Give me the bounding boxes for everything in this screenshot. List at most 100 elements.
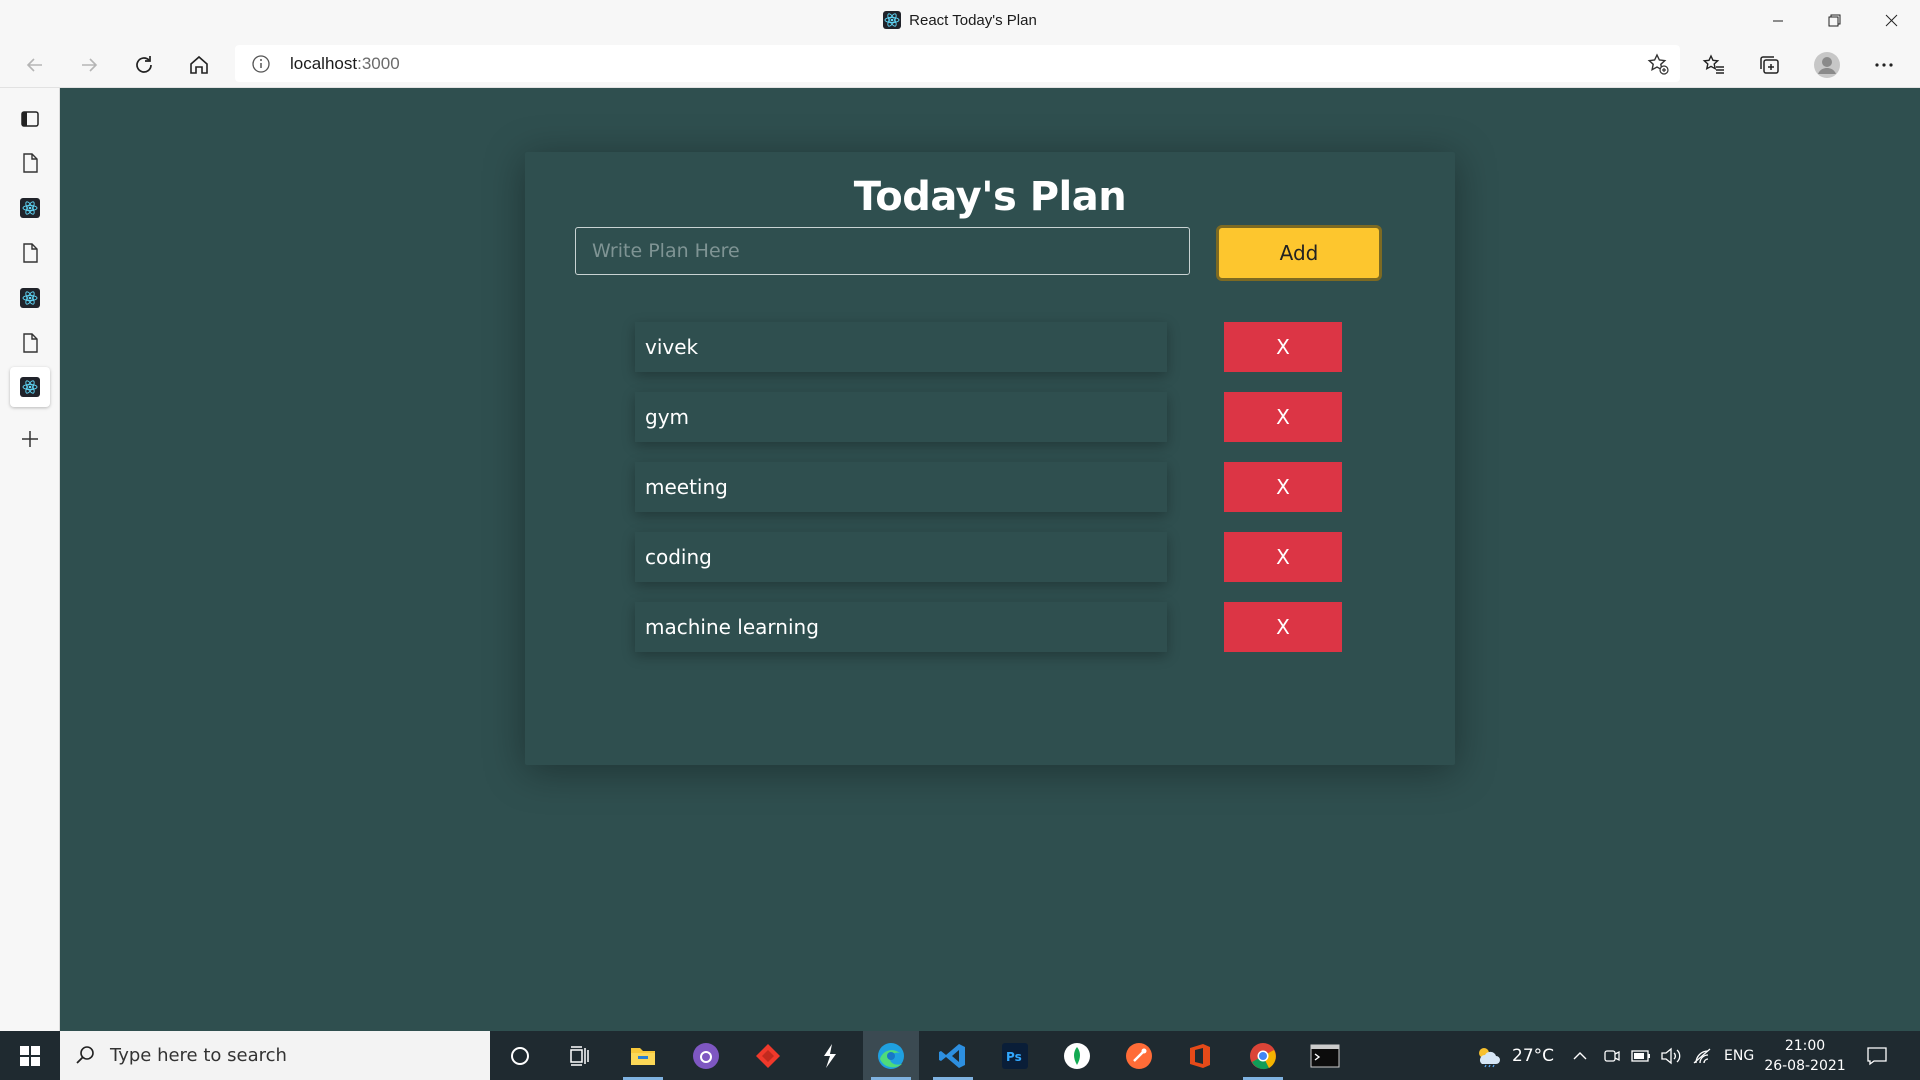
vscode-button[interactable] — [925, 1031, 981, 1080]
plan-card: Today's Plan Add vivek X gym X meeting X… — [525, 152, 1455, 765]
plan-item: vivek — [635, 322, 1167, 372]
delete-button[interactable]: X — [1224, 532, 1342, 582]
collections-button[interactable] — [1752, 47, 1788, 83]
tab-react-2[interactable] — [10, 278, 50, 318]
weather-cloudy-icon — [1479, 1047, 1500, 1067]
back-button[interactable] — [17, 47, 53, 83]
start-button[interactable] — [0, 1031, 60, 1080]
tab-react-1[interactable] — [10, 188, 50, 228]
window-titlebar: React Today's Plan — [0, 0, 1920, 41]
postman-icon — [1126, 1042, 1152, 1069]
edge-icon — [878, 1042, 904, 1069]
url-text[interactable]: localhost:3000 — [290, 54, 400, 74]
tab-react-active[interactable] — [10, 367, 50, 407]
show-hidden-icons[interactable] — [1572, 1031, 1588, 1080]
delete-button[interactable]: X — [1224, 392, 1342, 442]
clock[interactable]: 21:00 26-08-2021 — [1760, 1036, 1850, 1076]
battery-icon-button[interactable] — [1631, 1031, 1651, 1080]
input-language[interactable]: ENG — [1724, 1031, 1754, 1080]
tab-page-2[interactable] — [10, 233, 50, 273]
search-placeholder: Type here to search — [110, 1045, 287, 1066]
plan-input[interactable] — [575, 227, 1190, 275]
restore-button[interactable] — [1806, 0, 1863, 41]
network-button[interactable] — [1692, 1031, 1712, 1080]
github-desktop-button[interactable] — [678, 1031, 734, 1080]
tab-page-3[interactable] — [10, 323, 50, 363]
meet-now-icon[interactable] — [1603, 1031, 1621, 1080]
search-icon — [74, 1044, 96, 1070]
task-view-button[interactable] — [552, 1031, 608, 1080]
add-favorite-icon[interactable] — [1646, 52, 1670, 80]
vertical-tabs — [0, 88, 60, 1031]
more-options-icon — [1875, 63, 1893, 67]
plus-icon — [22, 431, 38, 447]
delete-button[interactable]: X — [1224, 602, 1342, 652]
browser-toolbar: localhost:3000 — [0, 41, 1920, 88]
weather-widget[interactable]: 27°C — [1474, 1031, 1554, 1080]
avatar-icon — [1814, 52, 1840, 78]
tab-page-1[interactable] — [10, 143, 50, 183]
notification-icon — [1867, 1046, 1887, 1065]
page-content: Today's Plan Add vivek X gym X meeting X… — [60, 88, 1920, 1031]
refresh-button[interactable] — [126, 47, 162, 83]
new-tab-button[interactable] — [10, 419, 50, 459]
sublime-button[interactable] — [802, 1031, 858, 1080]
office-icon — [1190, 1043, 1210, 1068]
forward-arrow-icon — [82, 58, 98, 72]
react-icon — [20, 198, 40, 218]
diamond-app-icon — [756, 1043, 780, 1068]
cortana-icon — [511, 1046, 529, 1065]
address-bar[interactable]: localhost:3000 — [235, 45, 1680, 82]
settings-menu-button[interactable] — [1866, 47, 1902, 83]
tab-actions-icon — [21, 111, 39, 127]
git-app-button[interactable] — [740, 1031, 796, 1080]
camera-icon — [1604, 1049, 1620, 1062]
react-icon — [883, 11, 902, 29]
folder-icon — [631, 1047, 655, 1065]
file-explorer-button[interactable] — [615, 1031, 671, 1080]
close-button[interactable] — [1863, 0, 1920, 41]
react-icon — [20, 288, 40, 308]
plan-item: coding — [635, 532, 1167, 582]
page-title: Today's Plan — [853, 174, 1127, 220]
mongodb-icon — [1064, 1042, 1090, 1069]
delete-button[interactable]: X — [1224, 322, 1342, 372]
postman-button[interactable] — [1111, 1031, 1167, 1080]
add-button[interactable]: Add — [1216, 225, 1382, 281]
photoshop-button[interactable]: Ps — [987, 1031, 1043, 1080]
notifications-button[interactable] — [1866, 1031, 1888, 1080]
favorites-icon — [1702, 54, 1724, 74]
plan-item: meeting — [635, 462, 1167, 512]
refresh-icon — [136, 56, 152, 73]
forward-button[interactable] — [71, 47, 107, 83]
plan-item: machine learning — [635, 602, 1167, 652]
battery-icon — [1631, 1049, 1650, 1062]
tab-actions-button[interactable] — [10, 99, 50, 139]
delete-button[interactable]: X — [1224, 462, 1342, 512]
favorites-button[interactable] — [1696, 47, 1732, 83]
svg-text:Ps: Ps — [1006, 1050, 1022, 1064]
terminal-button[interactable] — [1297, 1031, 1353, 1080]
cortana-button[interactable] — [492, 1031, 548, 1080]
office-button[interactable] — [1172, 1031, 1228, 1080]
page-icon — [23, 153, 38, 173]
mongodb-compass-button[interactable] — [1049, 1031, 1105, 1080]
windows-logo-icon — [20, 1045, 40, 1066]
minimize-icon — [1772, 20, 1783, 21]
taskbar: Type here to search Ps 27°C ENG 21:00 26… — [0, 1031, 1920, 1080]
plan-item: gym — [635, 392, 1167, 442]
restore-icon — [1828, 14, 1841, 27]
edge-button[interactable] — [863, 1031, 919, 1080]
weather-temp: 27°C — [1512, 1045, 1555, 1066]
site-info-icon[interactable] — [251, 54, 271, 78]
terminal-icon — [1310, 1044, 1340, 1067]
profile-button[interactable] — [1809, 47, 1845, 83]
back-arrow-icon — [26, 58, 42, 72]
chrome-button[interactable] — [1235, 1031, 1291, 1080]
minimize-button[interactable] — [1749, 0, 1806, 41]
volume-button[interactable] — [1660, 1031, 1682, 1080]
wifi-icon — [1693, 1048, 1711, 1063]
home-button[interactable] — [181, 47, 217, 83]
taskbar-search[interactable]: Type here to search — [60, 1031, 490, 1080]
window-title-text: React Today's Plan — [909, 12, 1037, 29]
